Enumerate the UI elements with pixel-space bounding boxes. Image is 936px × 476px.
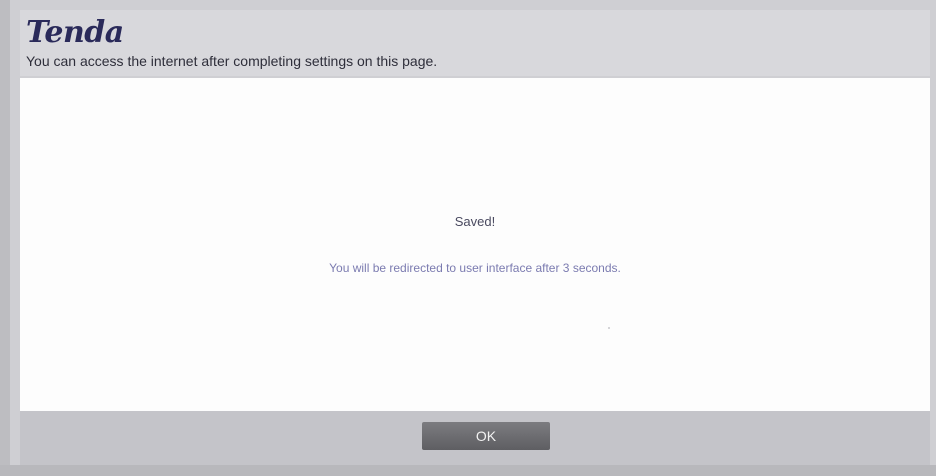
bottom-border [0,465,936,476]
ok-button[interactable]: OK [422,422,550,450]
saved-dialog: Saved! You will be redirected to user in… [20,78,930,411]
left-border [0,0,10,476]
dialog-title: Saved! [454,214,496,229]
redirect-message: You will be redirected to user interface… [329,261,621,275]
tenda-logo: Tenda [26,15,124,50]
dialog-footer: OK [20,411,930,465]
header: Tenda You can access the internet after … [20,10,930,76]
header-subtitle: You can access the internet after comple… [26,53,438,69]
loading-dot [608,327,610,329]
